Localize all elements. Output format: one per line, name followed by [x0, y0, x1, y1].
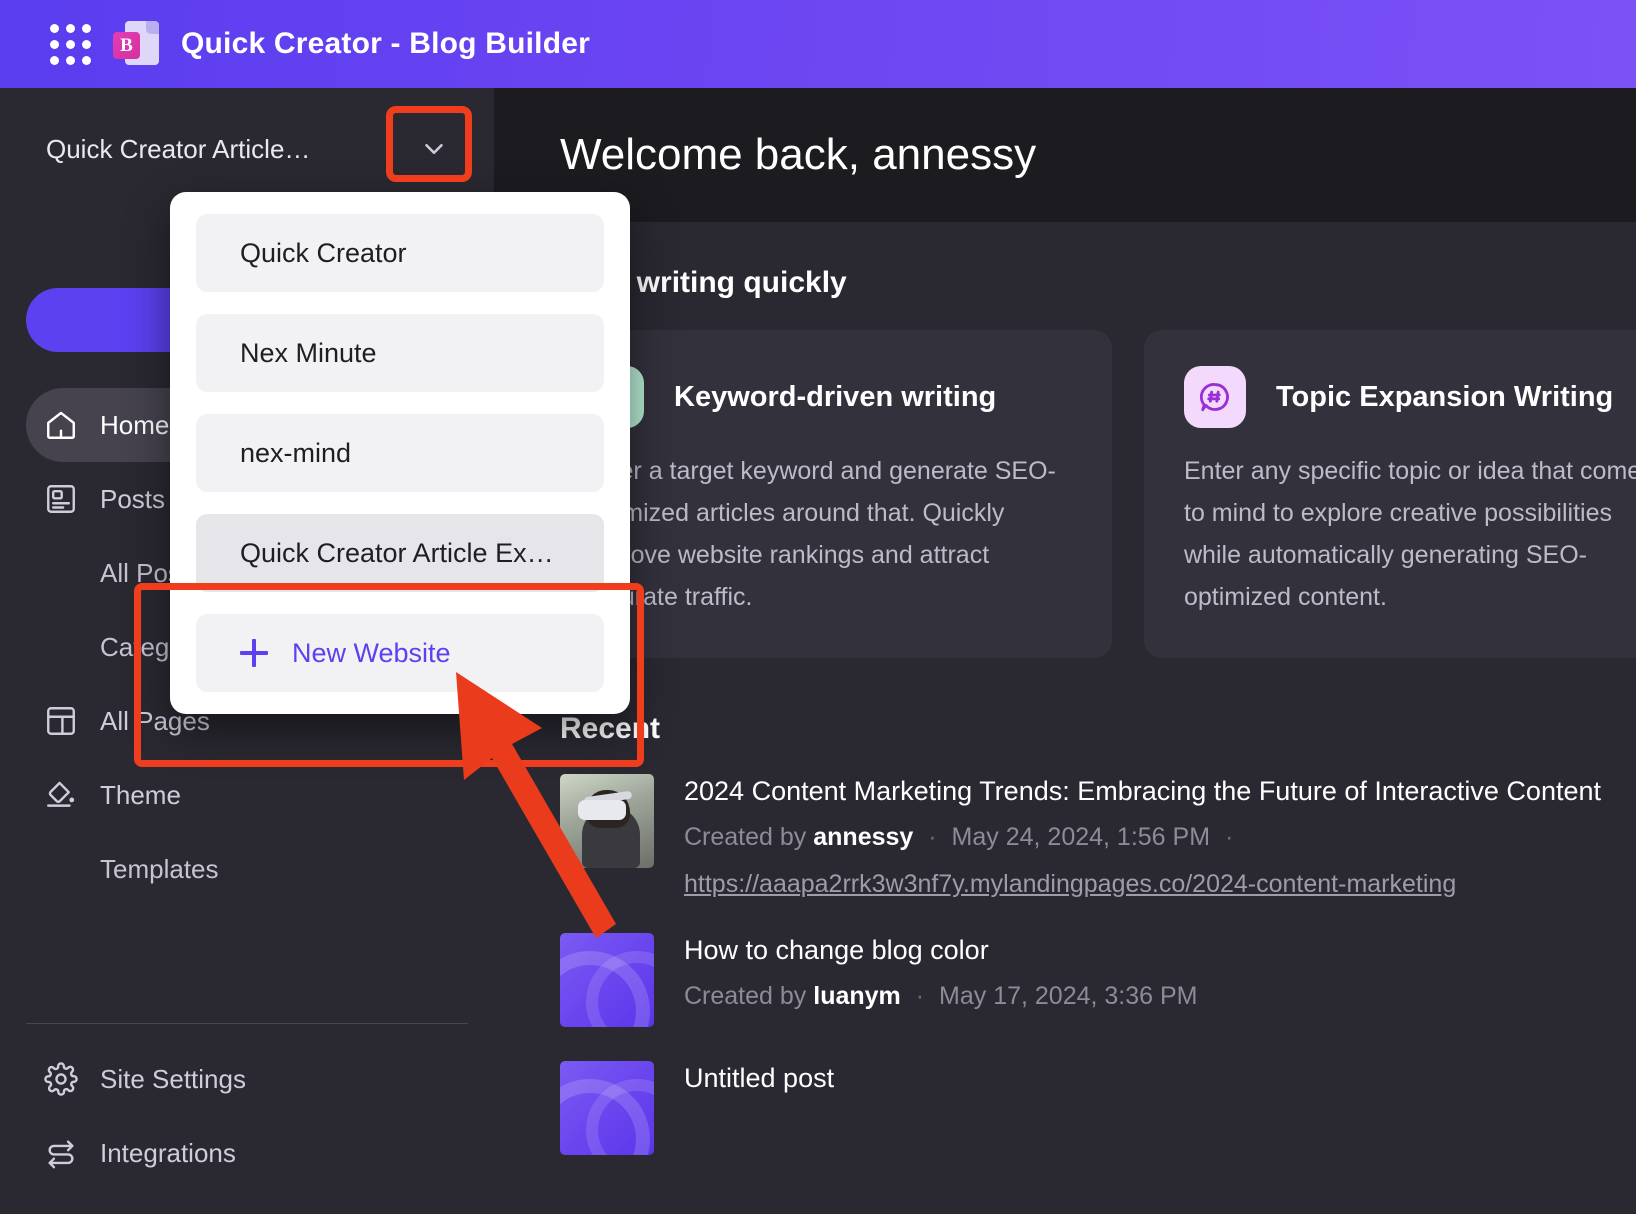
new-website-label: New Website: [292, 637, 451, 668]
gear-icon: [44, 1062, 78, 1096]
card-header: Topic Expansion Writing: [1184, 366, 1636, 428]
app-title: Quick Creator - Blog Builder: [181, 27, 590, 60]
card-title: Topic Expansion Writing: [1276, 380, 1614, 413]
meta-separator: ·: [928, 823, 937, 851]
sidebar-item-label: Site Settings: [100, 1063, 246, 1094]
posts-icon: [47, 485, 75, 513]
post-meta: Created by luanym · May 17, 2024, 3:36 P…: [684, 982, 1198, 1011]
home-icon: [47, 411, 75, 439]
quick-start-cards: Keyword-driven writing Enter a target ke…: [494, 300, 1636, 658]
site-switcher-dropdown: Quick Creator Nex Minute nex-mind Quick …: [170, 192, 630, 714]
site-switcher[interactable]: Quick Creator Article…: [0, 110, 494, 188]
sidebar-item-site-settings[interactable]: Site Settings: [26, 1042, 468, 1116]
card-title: Keyword-driven writing: [674, 380, 997, 413]
content-area: Start writing quickly Keyword-driven wri…: [494, 222, 1636, 1214]
post-author: luanym: [813, 982, 901, 1010]
dropdown-item-label: nex-mind: [240, 437, 352, 468]
sidebar-bottom-nav: Site Settings Integrations: [0, 997, 494, 1190]
card-description: Enter any specific topic or idea that co…: [1184, 457, 1636, 611]
post-body: 2024 Content Marketing Trends: Embracing…: [684, 774, 1601, 899]
layout-icon: [47, 707, 75, 735]
paint-bucket-icon: [47, 781, 75, 807]
sidebar-item-templates[interactable]: Templates: [26, 832, 468, 906]
sidebar-item-integrations[interactable]: Integrations: [26, 1116, 468, 1190]
post-body: Untitled post: [684, 1061, 834, 1155]
app-root: B Quick Creator - Blog Builder Quick Cre…: [0, 0, 1636, 1214]
card-header: Keyword-driven writing: [582, 366, 1072, 428]
recent-section-title: Recent: [560, 712, 661, 745]
chevron-down-icon[interactable]: [400, 118, 468, 180]
hashtag-bubble-icon: [1184, 366, 1246, 428]
site-switcher-label: Quick Creator Article…: [46, 133, 311, 164]
app-logo-icon: B: [113, 19, 159, 69]
post-thumbnail: [560, 1061, 654, 1155]
created-by-label: Created by: [684, 982, 807, 1010]
post-meta: Created by annessy · May 24, 2024, 1:56 …: [684, 823, 1601, 852]
sidebar-item-label: Home: [100, 409, 170, 440]
card-description: Enter a target keyword and generate SEO-…: [582, 457, 1056, 611]
list-item[interactable]: 2024 Content Marketing Trends: Embracing…: [560, 774, 1636, 899]
post-url-link[interactable]: https://aaapa2rrk3w3nf7y.mylandingpages.…: [684, 870, 1601, 899]
logo-letter: B: [113, 32, 140, 59]
post-date: May 24, 2024, 1:56 PM: [951, 823, 1211, 851]
sidebar-item-label: Theme: [100, 779, 181, 810]
card-topic-expansion-writing[interactable]: Topic Expansion Writing Enter any specif…: [1144, 330, 1636, 658]
list-item[interactable]: How to change blog color Created by luan…: [560, 933, 1636, 1027]
apps-grid-icon[interactable]: [50, 23, 91, 65]
post-title[interactable]: 2024 Content Marketing Trends: Embracing…: [684, 776, 1601, 807]
post-thumbnail: [560, 774, 654, 868]
post-title[interactable]: How to change blog color: [684, 935, 1198, 966]
post-author: annessy: [813, 823, 914, 851]
app-header: B Quick Creator - Blog Builder: [0, 0, 1636, 88]
page-title: Welcome back, annessy: [560, 130, 1037, 179]
sidebar-subitem-label: Templates: [100, 853, 219, 884]
sidebar-item-theme[interactable]: Theme: [26, 758, 468, 832]
created-by-label: Created by: [684, 823, 807, 851]
integrations-icon: [48, 1140, 74, 1169]
post-body: How to change blog color Created by luan…: [684, 933, 1198, 1027]
welcome-band: Welcome back, annessy: [494, 88, 1636, 222]
sidebar-item-label: Integrations: [100, 1137, 236, 1168]
post-date: May 17, 2024, 3:36 PM: [939, 982, 1198, 1010]
dropdown-item-quick-creator-article-ex[interactable]: Quick Creator Article Ex…: [196, 514, 604, 592]
sidebar-divider: [26, 1023, 468, 1024]
sidebar-item-label: Posts: [100, 483, 166, 514]
post-thumbnail: [560, 933, 654, 1027]
plus-icon: [240, 639, 268, 667]
list-item[interactable]: Untitled post: [560, 1061, 1636, 1155]
post-title[interactable]: Untitled post: [684, 1063, 834, 1094]
meta-separator: ·: [915, 982, 925, 1010]
start-writing-section-title: Start writing quickly: [560, 266, 847, 299]
recent-list: 2024 Content Marketing Trends: Embracing…: [494, 746, 1636, 1155]
main-content: Welcome back, annessy Start writing quic…: [494, 88, 1636, 1214]
dropdown-item-nex-minute[interactable]: Nex Minute: [196, 314, 604, 392]
dropdown-item-nex-mind[interactable]: nex-mind: [196, 414, 604, 492]
meta-separator: ·: [1224, 823, 1234, 851]
dropdown-item-label: Nex Minute: [240, 337, 377, 368]
dropdown-item-quick-creator[interactable]: Quick Creator: [196, 214, 604, 292]
dropdown-item-label: Quick Creator: [240, 237, 407, 268]
dropdown-item-label: Quick Creator Article Ex…: [240, 537, 554, 568]
new-website-button[interactable]: New Website: [196, 614, 604, 692]
